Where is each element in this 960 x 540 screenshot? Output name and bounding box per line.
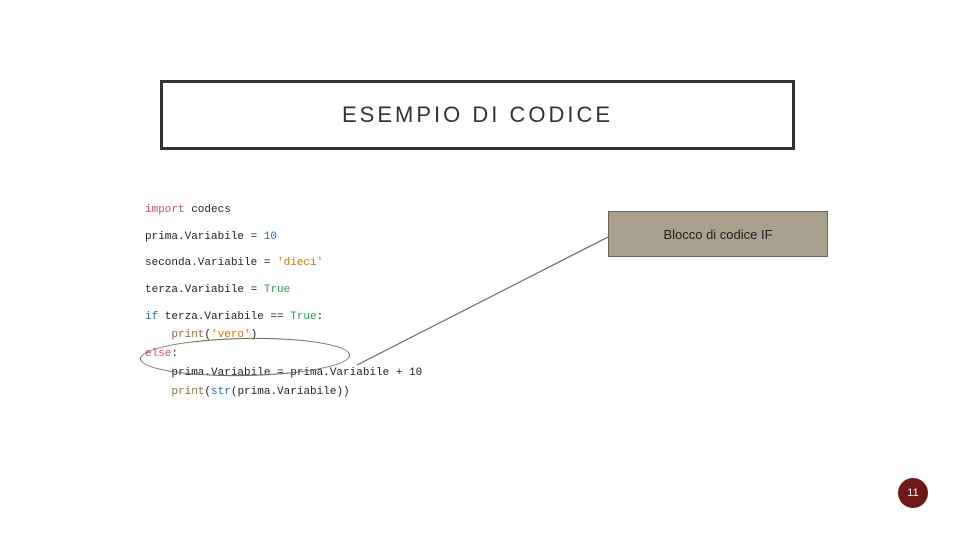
code-line-7: else: xyxy=(145,345,405,364)
literal-string: 'vero' xyxy=(211,329,251,341)
annotation-label: Blocco di codice IF xyxy=(663,227,772,242)
code-line-3: seconda.Variabile = 'dieci' xyxy=(145,254,405,273)
code-line-4: terza.Variabile = True xyxy=(145,281,405,300)
literal-number: 10 xyxy=(264,231,277,243)
code-text: ) xyxy=(251,329,258,341)
title-container: ESEMPIO DI CODICE xyxy=(160,80,795,150)
code-indent xyxy=(145,386,171,398)
page-number-badge: 11 xyxy=(898,478,928,508)
code-indent xyxy=(145,329,171,341)
keyword-print: print xyxy=(171,329,204,341)
keyword-else: else xyxy=(145,348,171,360)
code-line-5: if terza.Variabile == True: xyxy=(145,308,405,327)
code-text: prima.Variabile = xyxy=(145,231,264,243)
annotation-box: Blocco di codice IF xyxy=(608,211,828,257)
code-text: (prima.Variabile)) xyxy=(231,386,350,398)
keyword-print: print xyxy=(171,386,204,398)
page-number: 11 xyxy=(907,487,918,499)
code-text: terza.Variabile = xyxy=(145,284,264,296)
slide-title: ESEMPIO DI CODICE xyxy=(342,102,613,128)
literal-true: True xyxy=(264,284,290,296)
keyword-str: str xyxy=(211,386,231,398)
literal-true: True xyxy=(290,311,316,323)
code-block: import codecs prima.Variabile = 10 secon… xyxy=(135,195,415,407)
code-text: : xyxy=(171,348,178,360)
code-text: seconda.Variabile = xyxy=(145,257,277,269)
code-line-6: print('vero') xyxy=(145,326,405,345)
code-text: terza.Variabile == xyxy=(158,311,290,323)
code-line-1: import codecs xyxy=(145,201,405,220)
keyword-import: import xyxy=(145,204,185,216)
code-line-2: prima.Variabile = 10 xyxy=(145,228,405,247)
literal-string: 'dieci' xyxy=(277,257,323,269)
code-line-9: print(str(prima.Variabile)) xyxy=(145,383,405,402)
code-line-8: prima.Variabile = prima.Variabile + 10 xyxy=(145,364,405,383)
keyword-if: if xyxy=(145,311,158,323)
code-text: codecs xyxy=(185,204,231,216)
code-text: : xyxy=(317,311,324,323)
